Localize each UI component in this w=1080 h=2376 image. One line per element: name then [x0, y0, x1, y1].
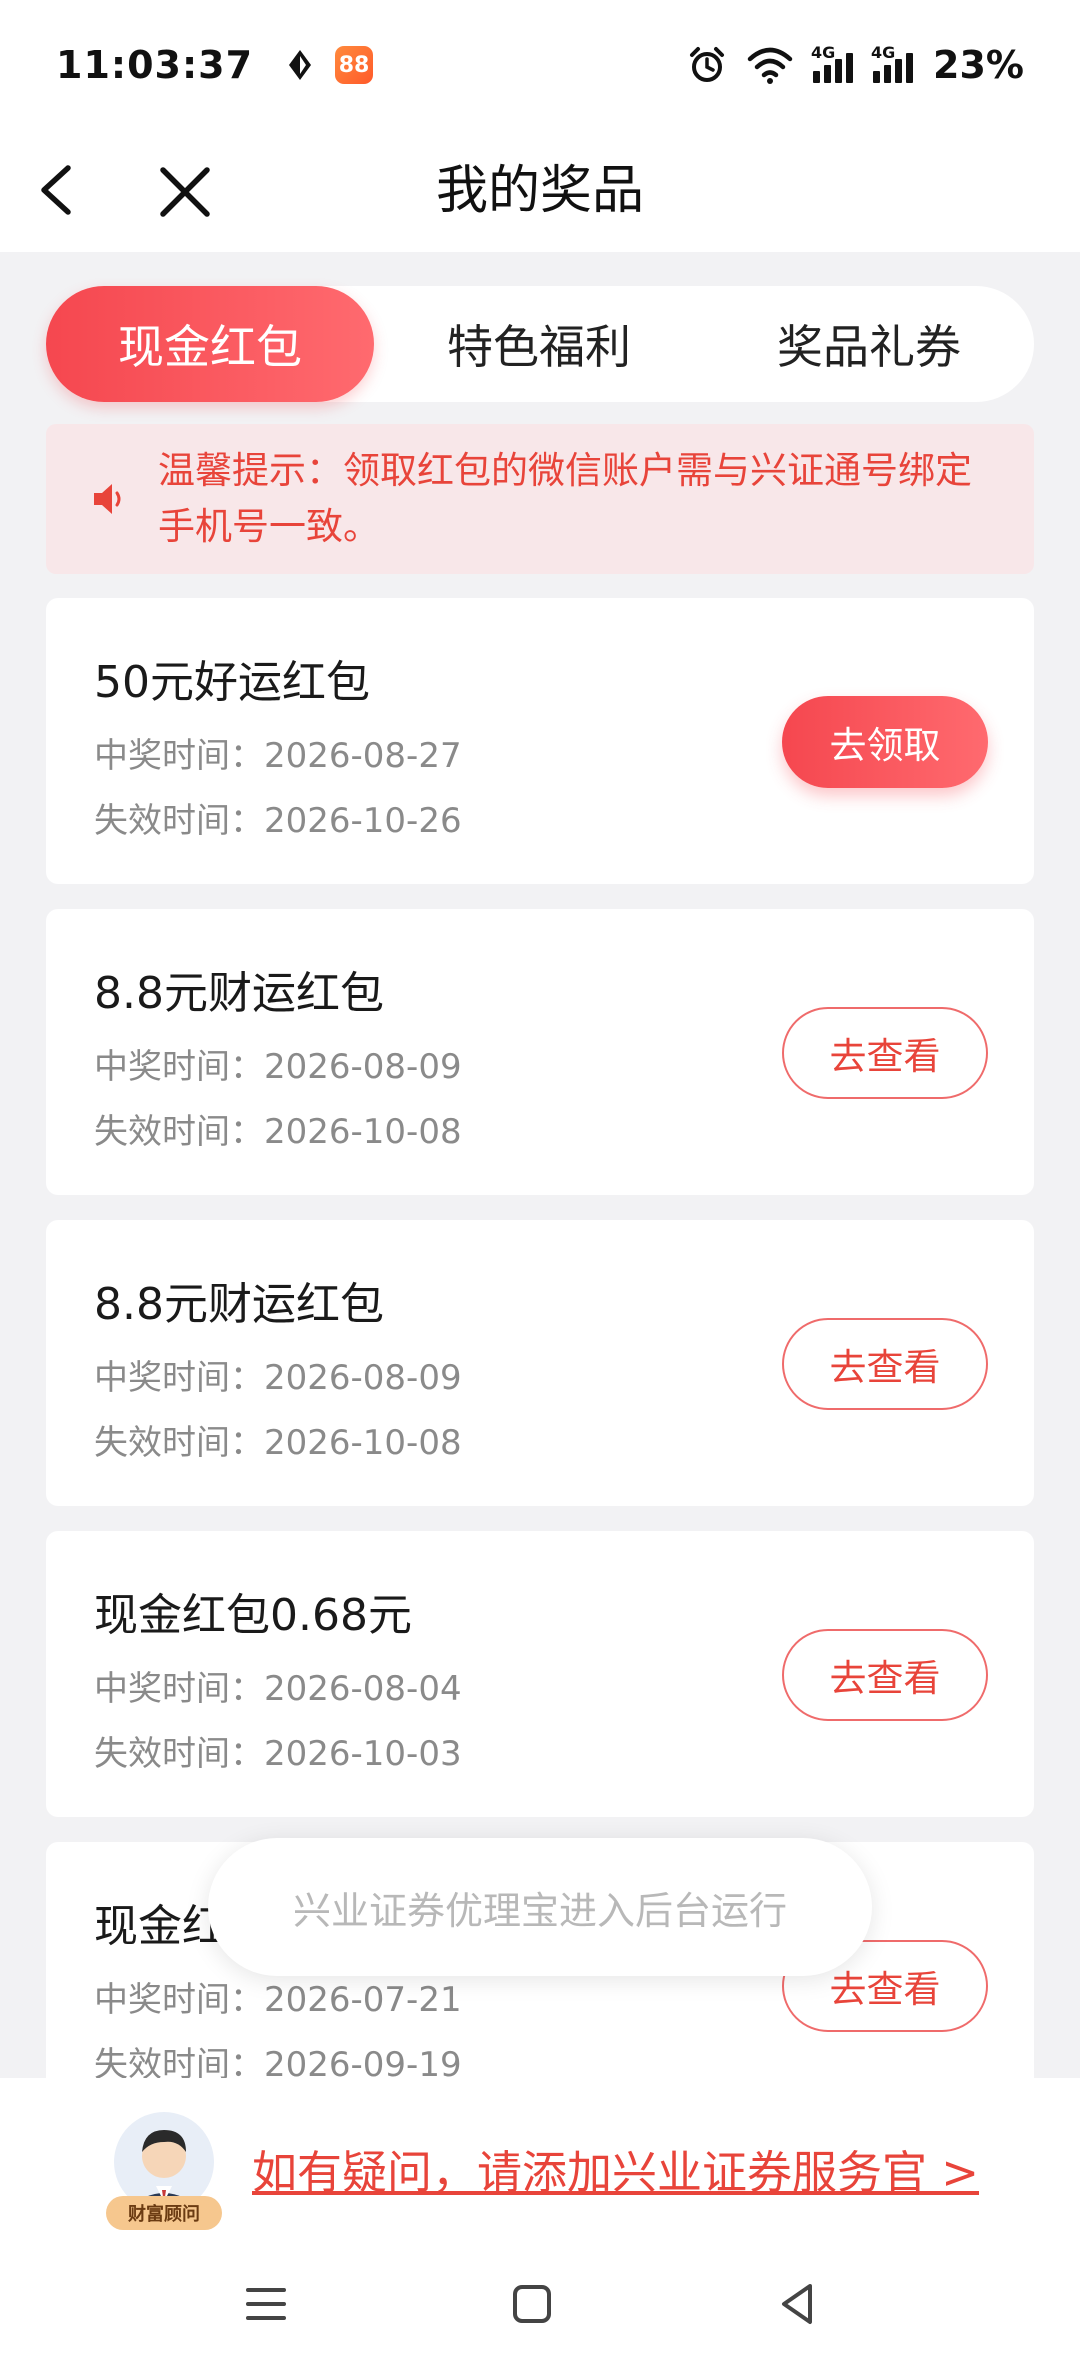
prize-card: 50元好运红包 中奖时间：2026-08-27 失效时间：2026-10-26 …	[46, 598, 1034, 884]
prize-card: 8.8元财运红包 中奖时间：2026-08-09 失效时间：2026-10-08…	[46, 1220, 1034, 1506]
tab-cash-red-packet[interactable]: 现金红包	[46, 286, 374, 402]
view-button[interactable]: 去查看	[782, 1318, 988, 1410]
tab-bar: 现金红包 特色福利 奖品礼券	[46, 286, 1034, 402]
tab-special-benefits[interactable]: 特色福利	[374, 286, 704, 402]
speaker-icon	[94, 484, 121, 514]
status-time: 11:03:37	[56, 43, 254, 87]
back-nav-icon[interactable]	[770, 2276, 826, 2332]
network-type-label: 4G	[811, 43, 836, 62]
add-service-officer-link[interactable]: 如有疑问，请添加兴业证券服务官 >	[252, 2136, 979, 2201]
app-diamond-icon	[289, 50, 312, 80]
advisor-avatar[interactable]: 财富顾问	[106, 2112, 222, 2230]
signal-icon-2: 4G	[871, 43, 914, 83]
wifi-icon	[747, 47, 793, 84]
prize-title: 8.8元财运红包	[94, 968, 384, 1019]
prize-win-time: 中奖时间：2026-08-09	[94, 1047, 462, 1087]
signal-icon-1: 4G	[811, 43, 854, 83]
status-indicators: 4G 4G 23%	[687, 43, 1024, 87]
prize-expire-time: 失效时间：2026-10-03	[94, 1734, 462, 1774]
prize-expire-time: 失效时间：2026-10-08	[94, 1112, 462, 1152]
notice-text: 温馨提示：领取红包的微信账户需与兴证通号绑定手机号一致。	[158, 449, 972, 548]
home-icon[interactable]	[504, 2276, 560, 2332]
view-button[interactable]: 去查看	[782, 1629, 988, 1721]
prize-win-time: 中奖时间：2026-08-04	[94, 1669, 462, 1709]
back-icon[interactable]	[30, 160, 90, 220]
battery-level: 23%	[933, 43, 1024, 87]
menu-icon[interactable]	[238, 2276, 294, 2332]
notice-banner: 温馨提示：领取红包的微信账户需与兴证通号绑定手机号一致。	[46, 424, 1034, 574]
prize-win-time: 中奖时间：2026-08-09	[94, 1358, 462, 1398]
prize-expire-time: 失效时间：2026-10-26	[94, 801, 462, 841]
prize-win-time: 中奖时间：2026-08-27	[94, 736, 462, 776]
prize-expire-time: 失效时间：2026-10-08	[94, 1423, 462, 1463]
prize-card: 8.8元财运红包 中奖时间：2026-08-09 失效时间：2026-10-08…	[46, 909, 1034, 1195]
system-nav-bar	[0, 2232, 1080, 2376]
toast-message: 兴业证券优理宝进入后台运行	[208, 1838, 872, 1976]
close-icon[interactable]	[155, 162, 215, 222]
prize-title: 8.8元财运红包	[94, 1279, 384, 1330]
view-button[interactable]: 去查看	[782, 1007, 988, 1099]
prize-title: 现金红	[94, 1901, 226, 1952]
alarm-icon	[690, 47, 725, 82]
prize-title: 50元好运红包	[94, 657, 370, 708]
advisor-badge: 财富顾问	[106, 2196, 222, 2230]
network-type-label: 4G	[871, 43, 896, 62]
app-notification-icon: 88	[335, 46, 374, 84]
prize-title: 现金红包0.68元	[94, 1590, 412, 1641]
prize-card: 现金红包0.68元 中奖时间：2026-08-04 失效时间：2026-10-0…	[46, 1531, 1034, 1817]
prize-win-time: 中奖时间：2026-07-21	[94, 1980, 462, 2020]
nav-bar: 我的奖品	[0, 130, 1080, 252]
status-bar: 11:03:37 88 4G 4G 23%	[0, 0, 1080, 130]
status-app-icons: 88	[283, 46, 374, 84]
claim-button[interactable]: 去领取	[782, 696, 988, 788]
tab-prize-vouchers[interactable]: 奖品礼券	[704, 286, 1034, 402]
